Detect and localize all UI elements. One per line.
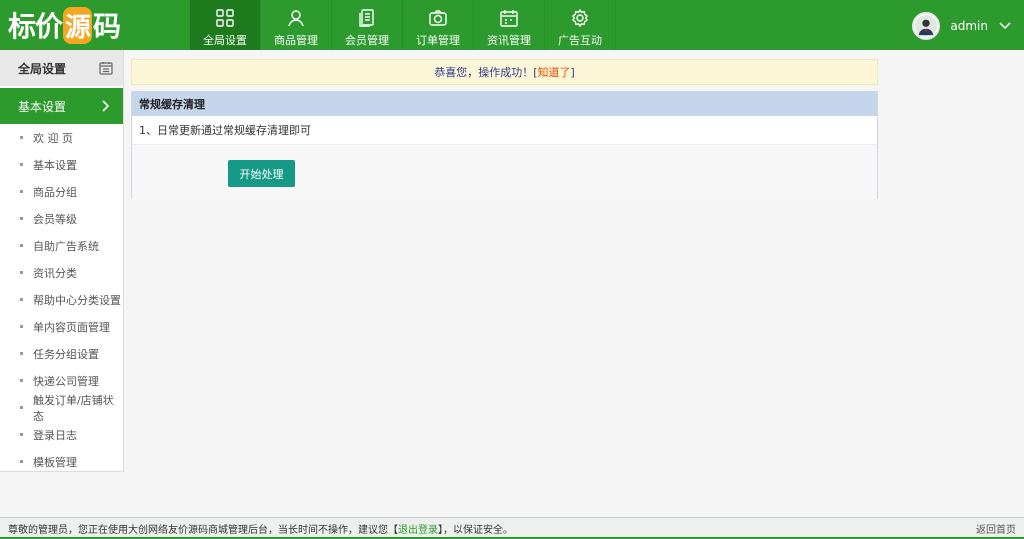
- sidebar-header-label: 全局设置: [18, 61, 67, 76]
- bullet-icon: [20, 163, 23, 166]
- sidebar-item-basic-settings[interactable]: 基本设置: [0, 151, 123, 178]
- sidebar-item-courier[interactable]: 快递公司管理: [0, 367, 123, 394]
- bullet-icon: [20, 271, 23, 274]
- notice-dismiss-link[interactable]: 知道了: [538, 64, 571, 80]
- bullet-icon: [20, 136, 23, 139]
- nav-label: 资讯管理: [487, 34, 531, 47]
- nav-label: 会员管理: [345, 34, 389, 47]
- bullet-icon: [20, 460, 23, 463]
- sidebar-group-label: 基本设置: [18, 99, 67, 114]
- sidebar-item-label: 快递公司管理: [33, 374, 99, 388]
- sidebar-item-single-page[interactable]: 单内容页面管理: [0, 313, 123, 340]
- nav-label: 商品管理: [274, 34, 318, 47]
- sidebar-header: 全局设置: [0, 50, 123, 86]
- logo-text-mid: 源: [63, 6, 93, 44]
- sidebar-group-basic-settings[interactable]: 基本设置: [0, 88, 123, 124]
- nav-item-ads[interactable]: 广告互动: [545, 0, 616, 50]
- nav-item-news[interactable]: 资讯管理: [474, 0, 545, 50]
- logo-text-right: 码: [93, 10, 121, 43]
- calendar-icon: [500, 10, 518, 27]
- user-menu[interactable]: admin: [912, 12, 1012, 40]
- panel-description: 1、日常更新通过常规缓存清理即可: [139, 124, 311, 137]
- bullet-icon: [20, 217, 23, 220]
- sidebar-item-login-log[interactable]: 登录日志: [0, 421, 123, 448]
- sidebar-item-member-level[interactable]: 会员等级: [0, 205, 123, 232]
- nav-label: 订单管理: [416, 34, 460, 47]
- panel-title: 常规缓存清理: [132, 92, 877, 116]
- sidebar-item-label: 商品分组: [33, 185, 77, 199]
- sidebar-list: 欢 迎 页 基本设置 商品分组 会员等级 自助广告系统 资讯分类 帮助中心分类设…: [0, 124, 123, 475]
- sidebar-item-label: 自助广告系统: [33, 239, 99, 253]
- nav-label: 全局设置: [203, 34, 247, 47]
- bullet-icon: [20, 325, 23, 328]
- home-link[interactable]: 返回首页: [976, 521, 1016, 536]
- notice-text: 恭喜您，操作成功！[: [434, 66, 538, 79]
- nav-item-goods[interactable]: 商品管理: [261, 0, 332, 50]
- camera-icon: [429, 10, 447, 26]
- sidebar-item-goods-group[interactable]: 商品分组: [0, 178, 123, 205]
- footer-message: 尊敬的管理员，您正在使用大创网络友价源码商城管理后台，当长时间不操作，建议您【退…: [8, 521, 513, 536]
- bullet-icon: [20, 298, 23, 301]
- cache-clear-panel: 常规缓存清理 1、日常更新通过常规缓存清理即可 开始处理: [131, 91, 878, 199]
- gear-icon: [572, 8, 588, 28]
- nav-item-members[interactable]: 会员管理: [332, 0, 403, 50]
- nav-item-orders[interactable]: 订单管理: [403, 0, 474, 50]
- sidebar-item-trigger-status[interactable]: 触发订单/店铺状态: [0, 393, 123, 423]
- bullet-icon: [20, 379, 23, 382]
- user-avatar-icon: [915, 15, 938, 37]
- sidebar-item-label: 基本设置: [33, 158, 77, 172]
- logout-link[interactable]: 退出登录: [398, 525, 438, 536]
- sidebar-item-label: 任务分组设置: [33, 347, 99, 361]
- sidebar-item-self-ads[interactable]: 自助广告系统: [0, 232, 123, 259]
- sidebar-item-label: 登录日志: [33, 428, 77, 442]
- footer-bar: 尊敬的管理员，您正在使用大创网络友价源码商城管理后台，当长时间不操作，建议您【退…: [0, 517, 1024, 539]
- avatar[interactable]: [912, 12, 941, 40]
- nav-label: 广告互动: [558, 34, 602, 47]
- sidebar-item-welcome[interactable]: 欢 迎 页: [0, 124, 123, 151]
- nav-item-global-settings[interactable]: 全局设置: [190, 0, 261, 50]
- bullet-icon: [20, 406, 23, 409]
- sidebar-item-templates[interactable]: 模板管理: [0, 448, 123, 475]
- sidebar-item-help-category[interactable]: 帮助中心分类设置: [0, 286, 123, 313]
- grid-icon: [216, 9, 234, 27]
- sidebar-item-label: 模板管理: [33, 455, 77, 469]
- sidebar-item-label: 会员等级: [33, 212, 77, 226]
- success-notice: 恭喜您，操作成功！[知道了]: [131, 59, 878, 85]
- sidebar: 全局设置 基本设置 欢 迎 页 基本设置 商品分组 会员等级 自助广告系统 资讯…: [0, 50, 124, 472]
- chevron-right-icon: [102, 100, 110, 112]
- document-icon: [359, 9, 374, 27]
- main-nav: 全局设置 商品管理 会员管理 订单管理 资讯管理 广告互动: [190, 0, 616, 50]
- person-icon: [288, 10, 304, 27]
- calendar-icon: [99, 62, 113, 75]
- bullet-icon: [20, 433, 23, 436]
- notice-close-bracket: ]: [570, 65, 575, 79]
- bullet-icon: [20, 244, 23, 247]
- sidebar-item-news-category[interactable]: 资讯分类: [0, 259, 123, 286]
- sidebar-item-label: 帮助中心分类设置: [33, 293, 121, 307]
- footer-text-after: 】，以保证安全。: [438, 525, 513, 536]
- user-name[interactable]: admin: [950, 19, 988, 33]
- footer-text-before: 尊敬的管理员，您正在使用大创网络友价源码商城管理后台，当长时间不操作，建议您【: [8, 525, 398, 536]
- sidebar-item-label: 单内容页面管理: [33, 320, 110, 334]
- chevron-down-icon[interactable]: [998, 19, 1012, 33]
- bullet-icon: [20, 190, 23, 193]
- sidebar-item-label: 资讯分类: [33, 266, 77, 280]
- sidebar-item-label: 触发订单/店铺状态: [32, 393, 114, 423]
- logo[interactable]: 标价源码: [8, 6, 121, 44]
- sidebar-item-label: 欢 迎 页: [33, 131, 73, 145]
- panel-footer: 开始处理: [132, 144, 877, 199]
- logo-text-left: 标价: [8, 10, 63, 43]
- start-process-button[interactable]: 开始处理: [228, 160, 295, 187]
- top-bar: 标价源码 全局设置 商品管理 会员管理 订单管理 资讯管理 广告互动 admin: [0, 0, 1024, 50]
- sidebar-item-task-group[interactable]: 任务分组设置: [0, 340, 123, 367]
- bullet-icon: [20, 352, 23, 355]
